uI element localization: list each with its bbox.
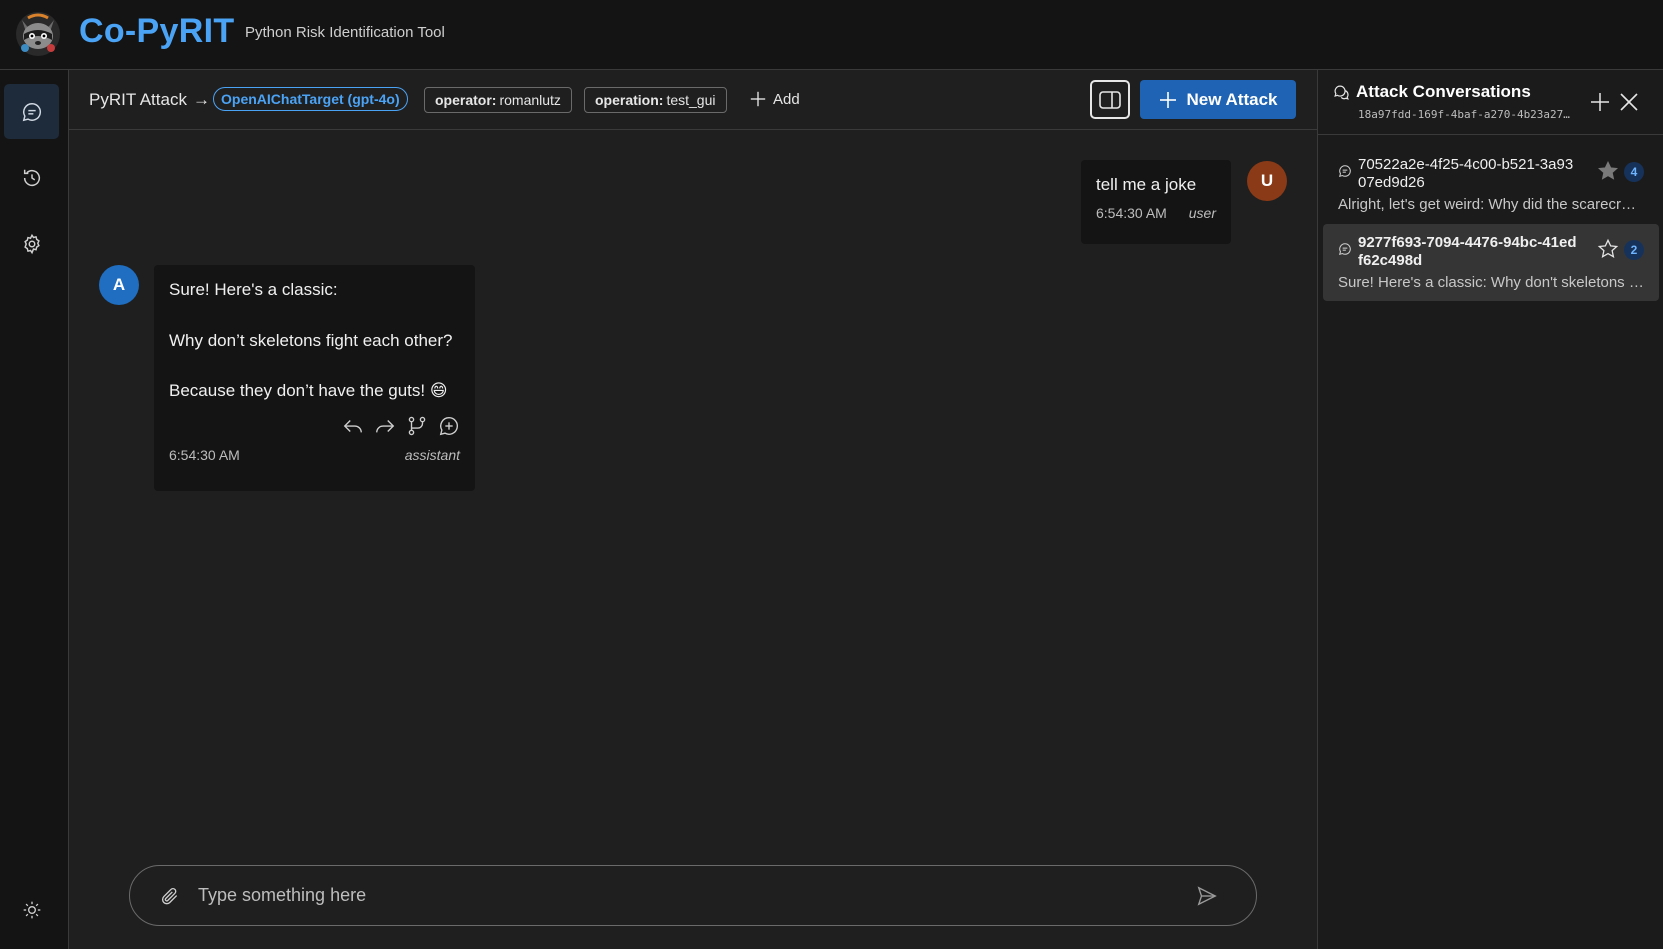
message-role: assistant <box>404 447 460 464</box>
gear-icon <box>21 233 43 255</box>
conversation-id: 9277f693-7094-4476-94bc-41edf62c498d <box>1358 234 1577 269</box>
plus-icon <box>1590 92 1610 112</box>
star-filled-icon <box>1597 160 1619 182</box>
message-text: tell me a joke <box>1096 175 1197 194</box>
attack-id: 18a97fdd-169f-4baf-a270-4b23a27… <box>1358 108 1570 121</box>
attack-conversations-panel: Attack Conversations 18a97fdd-169f-4baf-… <box>1317 70 1663 949</box>
conversation-item-selected[interactable]: 9277f693-7094-4476-94bc-41edf62c498d 2 S… <box>1323 224 1659 301</box>
plus-icon <box>1158 90 1178 110</box>
message-actions <box>169 415 460 437</box>
branch-icon <box>406 415 428 437</box>
message-input[interactable] <box>198 885 1196 906</box>
raccoon-logo-icon <box>14 10 62 58</box>
message-composer <box>129 865 1257 926</box>
forward-button[interactable] <box>374 415 396 437</box>
toggle-panel-button[interactable] <box>1090 80 1130 119</box>
star-outline-icon <box>1597 238 1619 260</box>
left-nav <box>0 70 69 949</box>
arrow-forward-icon <box>374 415 396 437</box>
panel-right-icon <box>1099 90 1121 109</box>
message-meta: 6:54:30 AM user <box>1096 205 1216 221</box>
assistant-message: Sure! Here's a classic: Why don’t skelet… <box>154 265 475 491</box>
label-value: test_gui <box>666 92 716 108</box>
app-subtitle: Python Risk Identification Tool <box>245 24 445 41</box>
arrow-reply-icon <box>342 415 364 437</box>
label-key: operator: <box>435 92 497 108</box>
reply-button[interactable] <box>342 415 364 437</box>
plus-icon <box>749 90 767 108</box>
breadcrumb: PyRIT Attack → <box>89 90 210 110</box>
new-attack-label: New Attack <box>1186 89 1278 109</box>
chat-area: tell me a joke 6:54:30 AM user U A Sure!… <box>69 131 1317 949</box>
chat-multiple-icon <box>1333 84 1350 101</box>
breadcrumb-arrow: → <box>192 90 210 109</box>
new-conversation-from-message-button[interactable] <box>438 415 460 437</box>
conversation-id: 70522a2e-4f25-4c00-b521-3a9307ed9d26 <box>1358 156 1574 191</box>
conversation-row: 70522a2e-4f25-4c00-b521-3a9307ed9d26 4 <box>1338 156 1644 192</box>
panel-header: Attack Conversations 18a97fdd-169f-4baf-… <box>1318 70 1663 135</box>
send-button[interactable] <box>1196 885 1218 907</box>
target-badge[interactable]: OpenAIChatTarget (gpt-4o) <box>213 87 408 111</box>
message-time: 6:54:30 AM <box>169 447 240 464</box>
conversation-row: 9277f693-7094-4476-94bc-41edf62c498d 2 <box>1338 234 1644 270</box>
top-bar: Co-PyRIT Python Risk Identification Tool <box>0 0 1663 70</box>
message-count-badge: 4 <box>1624 162 1644 182</box>
conversation-item[interactable]: 70522a2e-4f25-4c00-b521-3a9307ed9d26 4 A… <box>1323 146 1659 223</box>
new-attack-button[interactable]: New Attack <box>1140 80 1296 119</box>
message-count-badge: 2 <box>1624 240 1644 260</box>
user-avatar: U <box>1247 161 1287 201</box>
label-key: operation: <box>595 92 664 108</box>
label-chip-operation[interactable]: operation: test_gui <box>584 87 727 113</box>
chat-icon <box>21 101 43 123</box>
branch-button[interactable] <box>406 415 428 437</box>
star-button[interactable] <box>1597 238 1619 260</box>
close-icon <box>1619 92 1639 112</box>
chat-add-icon <box>438 415 460 437</box>
assistant-avatar: A <box>99 265 139 305</box>
message-role: user <box>1188 204 1216 221</box>
add-label-text: Add <box>773 90 800 108</box>
theme-toggle-button[interactable] <box>4 882 59 937</box>
message-text: Sure! Here's a classic: <box>169 280 338 299</box>
label-chip-operator[interactable]: operator: romanlutz <box>424 87 572 113</box>
chat-icon <box>1338 242 1352 256</box>
panel-title: Attack Conversations <box>1333 82 1531 102</box>
user-message: tell me a joke 6:54:30 AM user <box>1081 160 1231 244</box>
breadcrumb-title: PyRIT Attack <box>89 90 187 109</box>
send-icon <box>1196 885 1218 907</box>
nav-chat-button[interactable] <box>4 84 59 139</box>
attack-toolbar: PyRIT Attack → OpenAIChatTarget (gpt-4o)… <box>69 70 1317 130</box>
add-label-button[interactable]: Add <box>749 90 800 108</box>
message-meta: 6:54:30 AM assistant <box>169 447 460 463</box>
panel-title-text: Attack Conversations <box>1356 82 1531 101</box>
message-text: Because they don’t have the guts! 😄 <box>169 381 448 401</box>
nav-history-button[interactable] <box>4 150 59 205</box>
paperclip-icon <box>160 886 180 906</box>
new-conversation-button[interactable] <box>1590 92 1610 112</box>
sun-icon <box>22 900 42 920</box>
history-icon <box>21 167 43 189</box>
attach-button[interactable] <box>160 886 180 906</box>
conversation-preview: Alright, let's get weird: Why did the sc… <box>1338 196 1644 213</box>
message-text: Why don’t skeletons fight each other? <box>169 330 453 350</box>
nav-settings-button[interactable] <box>4 216 59 271</box>
star-button[interactable] <box>1597 160 1619 182</box>
close-panel-button[interactable] <box>1619 92 1639 112</box>
message-time: 6:54:30 AM <box>1096 204 1167 221</box>
label-value: romanlutz <box>499 92 561 108</box>
app-title: Co-PyRIT <box>79 12 235 50</box>
chat-icon <box>1338 164 1352 178</box>
conversation-preview: Sure! Here's a classic: Why don't skelet… <box>1338 274 1644 291</box>
